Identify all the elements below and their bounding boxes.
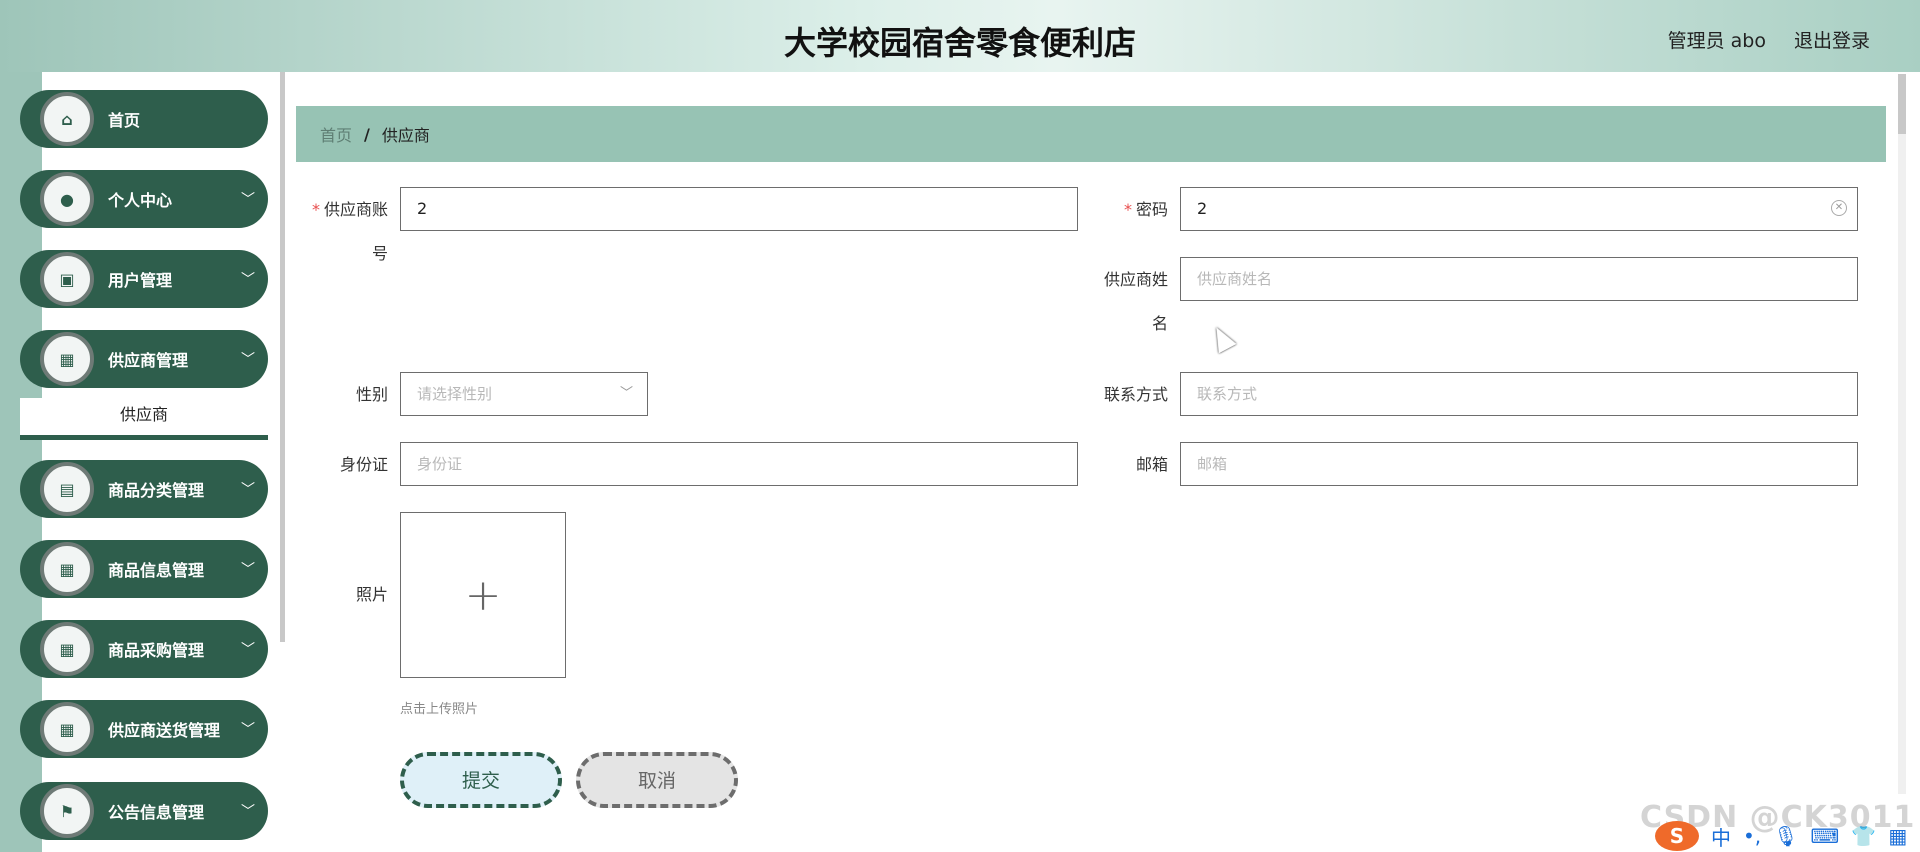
- sidebar-item-home[interactable]: ⌂ 首页: [20, 90, 268, 148]
- password-label-text: 密码: [1135, 200, 1168, 219]
- sidebar-item-category-management[interactable]: ▤ 商品分类管理 ﹀: [20, 460, 268, 518]
- microphone-icon[interactable]: 🎙: [1773, 824, 1798, 848]
- main-scrollbar-track[interactable]: [1898, 74, 1906, 794]
- chevron-down-icon: ﹀: [619, 386, 633, 401]
- sidebar-item-label: 商品采购管理: [108, 641, 205, 660]
- ime-toolbar[interactable]: S 中 •, 🎙 ⌨ 👕 ▦: [1655, 820, 1920, 852]
- grid-icon: ▦: [40, 542, 94, 596]
- clear-icon[interactable]: ✕: [1831, 200, 1847, 216]
- sogou-logo-icon[interactable]: S: [1655, 821, 1699, 851]
- required-mark: *: [311, 200, 320, 219]
- keyboard-icon[interactable]: ⌨: [1811, 824, 1840, 848]
- gender-select[interactable]: 请选择性别 ﹀: [400, 372, 648, 416]
- supplier-account-label-text: 供应商账: [323, 200, 388, 219]
- supplier-name-input[interactable]: 供应商姓名: [1180, 257, 1858, 301]
- toolbox-icon[interactable]: ▦: [1888, 824, 1907, 848]
- sidebar-item-label: 用户管理: [108, 271, 173, 290]
- sidebar-item-label: 商品信息管理: [108, 561, 205, 580]
- cancel-button[interactable]: 取消: [576, 752, 738, 808]
- skin-icon[interactable]: 👕: [1851, 824, 1876, 848]
- id-card-label: 身份证: [339, 455, 388, 474]
- grid-icon: ▦: [40, 622, 94, 676]
- sidebar-item-user-management[interactable]: ▣ 用户管理 ﹀: [20, 250, 268, 308]
- email-input[interactable]: 邮箱: [1180, 442, 1858, 486]
- plus-icon: +: [464, 569, 502, 621]
- breadcrumb: 首页 / 供应商: [296, 106, 1886, 162]
- sidebar-item-product-info-management[interactable]: ▦ 商品信息管理 ﹀: [20, 540, 268, 598]
- admin-user-label: 管理员 abo: [1667, 30, 1766, 52]
- chevron-down-icon: ﹀: [241, 272, 255, 288]
- password-label: * 密码: [1098, 188, 1168, 232]
- sidebar-item-label: 供应商管理: [108, 351, 189, 370]
- main-scrollbar-thumb[interactable]: [1898, 74, 1906, 134]
- supplier-account-label: * 供应商账: [308, 188, 388, 232]
- supplier-account-label-line2: 号: [371, 244, 388, 263]
- sidebar-scrollbar[interactable]: [280, 72, 285, 642]
- breadcrumb-separator: /: [364, 124, 370, 144]
- sidebar-item-label: 商品分类管理: [108, 481, 205, 500]
- flag-icon: ⚑: [40, 784, 94, 838]
- upload-tip: 点击上传照片: [400, 702, 479, 717]
- email-label: 邮箱: [1135, 455, 1168, 474]
- chevron-down-icon: ﹀: [241, 804, 255, 820]
- sidebar-item-label: 供应商送货管理: [108, 721, 221, 740]
- clipboard-icon: ▤: [40, 462, 94, 516]
- password-input[interactable]: 2 ✕: [1180, 187, 1858, 231]
- contact-input[interactable]: 联系方式: [1180, 372, 1858, 416]
- chevron-down-icon: ﹀: [241, 562, 255, 578]
- gender-label: 性别: [355, 385, 388, 404]
- sidebar-item-notice-management[interactable]: ⚑ 公告信息管理 ﹀: [20, 782, 268, 840]
- app-title: 大学校园宿舍零食便利店: [783, 24, 1136, 62]
- breadcrumb-current: 供应商: [381, 126, 430, 145]
- supplier-name-label: 供应商姓: [1103, 270, 1168, 289]
- chevron-down-icon: ﹀: [241, 352, 255, 368]
- submit-button[interactable]: 提交: [400, 752, 562, 808]
- submenu-item-supplier[interactable]: 供应商: [20, 398, 268, 440]
- gender-placeholder: 请选择性别: [417, 385, 493, 403]
- header-user-area: 管理员 abo 退出登录: [1668, 26, 1870, 53]
- sidebar-item-purchase-management[interactable]: ▦ 商品采购管理 ﹀: [20, 620, 268, 678]
- contact-label: 联系方式: [1103, 385, 1168, 404]
- sidebar-item-delivery-management[interactable]: ▦ 供应商送货管理 ﹀: [20, 700, 268, 758]
- chart-icon: ▣: [40, 252, 94, 306]
- punctuation-icon[interactable]: •,: [1743, 824, 1761, 848]
- sidebar-item-label: 公告信息管理: [108, 803, 205, 822]
- ime-chinese-mode[interactable]: 中: [1711, 822, 1731, 851]
- grid-icon: ▦: [40, 332, 94, 386]
- sidebar-item-supplier-management[interactable]: ▦ 供应商管理 ﹀: [20, 330, 268, 388]
- password-value: 2: [1197, 199, 1208, 218]
- sidebar-item-personal-center[interactable]: ● 个人中心 ﹀: [20, 170, 268, 228]
- supplier-name-label-line2: 名: [1151, 314, 1168, 333]
- breadcrumb-home-link[interactable]: 首页: [320, 122, 352, 146]
- photo-upload-box[interactable]: +: [400, 512, 566, 678]
- chevron-down-icon: ﹀: [241, 192, 255, 208]
- logout-link[interactable]: 退出登录: [1794, 26, 1870, 53]
- chevron-down-icon: ﹀: [241, 482, 255, 498]
- home-icon: ⌂: [40, 92, 94, 146]
- grid-icon: ▦: [40, 702, 94, 756]
- top-header: 大学校园宿舍零食便利店 管理员 abo 退出登录: [0, 0, 1920, 72]
- chevron-down-icon: ﹀: [241, 722, 255, 738]
- chevron-down-icon: ﹀: [241, 642, 255, 658]
- required-mark: *: [1123, 200, 1132, 219]
- user-icon: ●: [40, 172, 94, 226]
- sidebar-item-label: 首页: [108, 111, 141, 130]
- sidebar-item-label: 个人中心: [108, 191, 173, 210]
- id-card-input[interactable]: 身份证: [400, 442, 1078, 486]
- photo-label: 照片: [355, 585, 388, 604]
- supplier-account-input[interactable]: 2: [400, 187, 1078, 231]
